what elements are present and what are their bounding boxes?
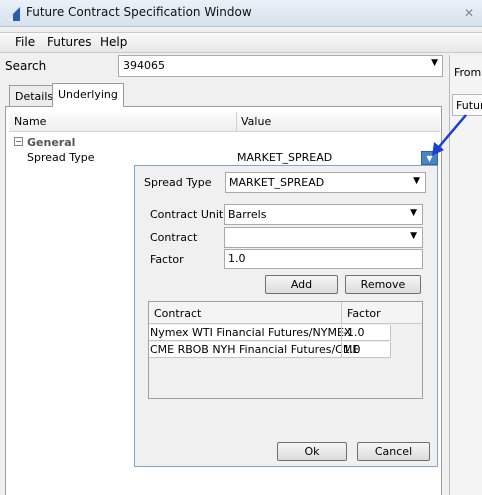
search-value: 394065	[123, 59, 165, 72]
annotation-arrow-icon	[432, 114, 467, 156]
window-app-icon	[6, 7, 20, 21]
contract-select[interactable]: ▼	[224, 227, 423, 248]
factor-input[interactable]: 1.0	[224, 249, 423, 269]
from-label: From I	[454, 66, 482, 79]
column-divider[interactable]	[236, 112, 237, 132]
chevron-down-icon[interactable]: ▼	[410, 231, 417, 241]
chevron-down-icon[interactable]: ▼	[413, 176, 420, 186]
column-factor: Factor	[347, 307, 381, 320]
ok-button[interactable]: Ok	[277, 442, 347, 461]
spread-type-value: MARKET_SPREAD	[229, 176, 325, 189]
column-contract: Contract	[154, 307, 202, 320]
window-title: Future Contract Specification Window	[26, 5, 252, 19]
contract-table: Contract Factor Nymex WTI Financial Futu…	[148, 301, 423, 399]
table-cell-factor: 1.0	[343, 343, 361, 356]
menu-futures[interactable]: Futures	[47, 35, 91, 49]
chevron-down-icon[interactable]: ▼	[431, 58, 438, 68]
factor-value: 1.0	[228, 252, 246, 265]
remove-button[interactable]: Remove	[345, 275, 421, 294]
property-name: Spread Type	[27, 151, 95, 164]
column-name: Name	[14, 115, 47, 128]
cell-divider	[341, 342, 342, 358]
close-icon[interactable]: ✕	[462, 6, 476, 20]
group-general[interactable]: General	[27, 136, 75, 149]
cell-divider	[390, 342, 391, 358]
chevron-down-icon[interactable]: ▼	[410, 208, 417, 218]
menu-file[interactable]: File	[15, 35, 35, 49]
grid-header: Name Value	[9, 112, 440, 132]
table-header: Contract Factor	[149, 302, 422, 324]
table-row[interactable]: CME RBOB NYH Financial Futures/CME 1.0	[149, 342, 391, 358]
contract-label: Contract	[150, 231, 198, 244]
spread-type-label: Spread Type	[144, 176, 212, 189]
table-cell-contract: CME RBOB NYH Financial Futures/CME	[150, 343, 360, 356]
title-bar: Future Contract Specification Window ✕	[0, 0, 482, 27]
menu-help[interactable]: Help	[100, 35, 127, 49]
tab-underlying[interactable]: Underlying	[52, 83, 124, 107]
table-cell-factor: -1.0	[343, 326, 365, 339]
contract-unit-select[interactable]: Barrels ▼	[224, 204, 423, 225]
column-divider[interactable]	[341, 302, 342, 324]
contract-unit-value: Barrels	[228, 208, 267, 221]
table-cell-contract: Nymex WTI Financial Futures/NYMEX	[150, 326, 352, 339]
property-value[interactable]: MARKET_SPREAD	[237, 151, 332, 164]
cell-divider	[341, 325, 342, 341]
search-input[interactable]: 394065 ▼	[118, 55, 443, 77]
cancel-button[interactable]: Cancel	[357, 442, 430, 461]
contract-unit-label: Contract Unit	[150, 208, 224, 221]
collapse-icon[interactable]: −	[14, 137, 23, 146]
column-value: Value	[241, 115, 272, 128]
search-label: Search	[5, 59, 47, 73]
spread-type-select[interactable]: MARKET_SPREAD ▼	[225, 172, 426, 193]
add-button[interactable]: Add	[265, 275, 338, 294]
table-row[interactable]: Nymex WTI Financial Futures/NYMEX -1.0	[149, 325, 391, 341]
factor-label: Factor	[150, 253, 184, 266]
cell-divider	[390, 325, 391, 341]
